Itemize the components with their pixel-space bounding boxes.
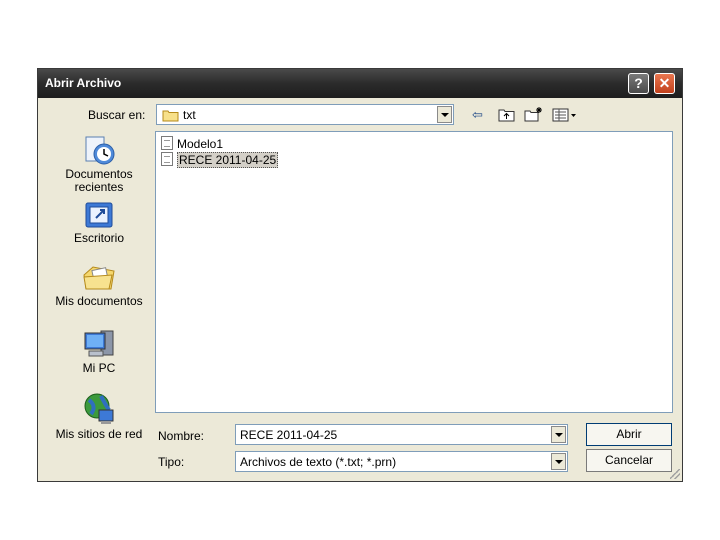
- filename-dropdown-arrow[interactable]: [551, 426, 566, 443]
- place-label-desktop: Escritorio: [73, 231, 124, 245]
- filetype-combo[interactable]: Archivos de texto (*.txt; *.prn): [235, 451, 568, 472]
- lookin-value: txt: [183, 108, 196, 122]
- text-file-icon: [161, 136, 173, 150]
- lookin-combo[interactable]: txt: [156, 104, 454, 125]
- close-button[interactable]: ✕: [654, 73, 675, 94]
- filetype-value: Archivos de texto (*.txt; *.prn): [240, 455, 397, 469]
- help-button[interactable]: ?: [628, 73, 649, 94]
- file-list[interactable]: Modelo1 RECE 2011-04-25: [155, 131, 673, 413]
- open-file-dialog: Abrir Archivo ? ✕ Buscar en: txt ⇦ Docum…: [37, 68, 683, 482]
- folder-up-icon[interactable]: [498, 108, 516, 122]
- text-file-icon: [161, 152, 173, 166]
- filename-combo[interactable]: RECE 2011-04-25: [235, 424, 568, 445]
- network-places-icon: [84, 393, 114, 424]
- file-name: Modelo1: [177, 137, 224, 151]
- filename-value: RECE 2011-04-25: [240, 428, 338, 442]
- place-desktop[interactable]: Escritorio: [47, 200, 151, 245]
- my-computer-icon: [84, 330, 114, 357]
- filetype-label: Tipo:: [158, 455, 185, 469]
- my-documents-icon: [83, 266, 115, 290]
- recent-documents-icon: [85, 136, 115, 165]
- filetype-dropdown-arrow[interactable]: [551, 453, 566, 470]
- new-folder-icon[interactable]: [524, 106, 544, 122]
- file-item[interactable]: Modelo1: [161, 136, 223, 151]
- place-recent-documents[interactable]: Documentos recientes: [47, 134, 151, 194]
- desktop-icon: [85, 202, 113, 228]
- file-item-selected[interactable]: RECE 2011-04-25: [161, 152, 279, 168]
- place-label-network: Mis sitios de red: [55, 427, 143, 441]
- cancel-button[interactable]: Cancelar: [586, 449, 672, 472]
- title-bar[interactable]: Abrir Archivo ? ✕: [38, 69, 682, 98]
- open-button[interactable]: Abrir: [586, 423, 672, 446]
- places-bar: Documentos recientes Escritorio Mis docu…: [47, 130, 151, 446]
- dialog-title: Abrir Archivo: [45, 76, 122, 90]
- resize-grip[interactable]: [670, 469, 680, 479]
- file-name: RECE 2011-04-25: [177, 152, 279, 168]
- place-my-computer[interactable]: Mi PC: [47, 328, 151, 375]
- place-network[interactable]: Mis sitios de red: [47, 392, 151, 441]
- views-menu-icon[interactable]: [552, 108, 578, 122]
- place-my-documents[interactable]: Mis documentos: [47, 263, 151, 308]
- lookin-dropdown-arrow[interactable]: [437, 106, 452, 123]
- lookin-label: Buscar en:: [88, 108, 146, 122]
- place-label-my-computer: Mi PC: [82, 361, 116, 375]
- back-icon[interactable]: ⇦: [472, 107, 483, 123]
- filename-label: Nombre:: [158, 429, 205, 443]
- folder-icon: [162, 110, 179, 122]
- place-label-my-documents: Mis documentos: [55, 294, 143, 308]
- place-label-recent: Documentos recientes: [65, 167, 133, 194]
